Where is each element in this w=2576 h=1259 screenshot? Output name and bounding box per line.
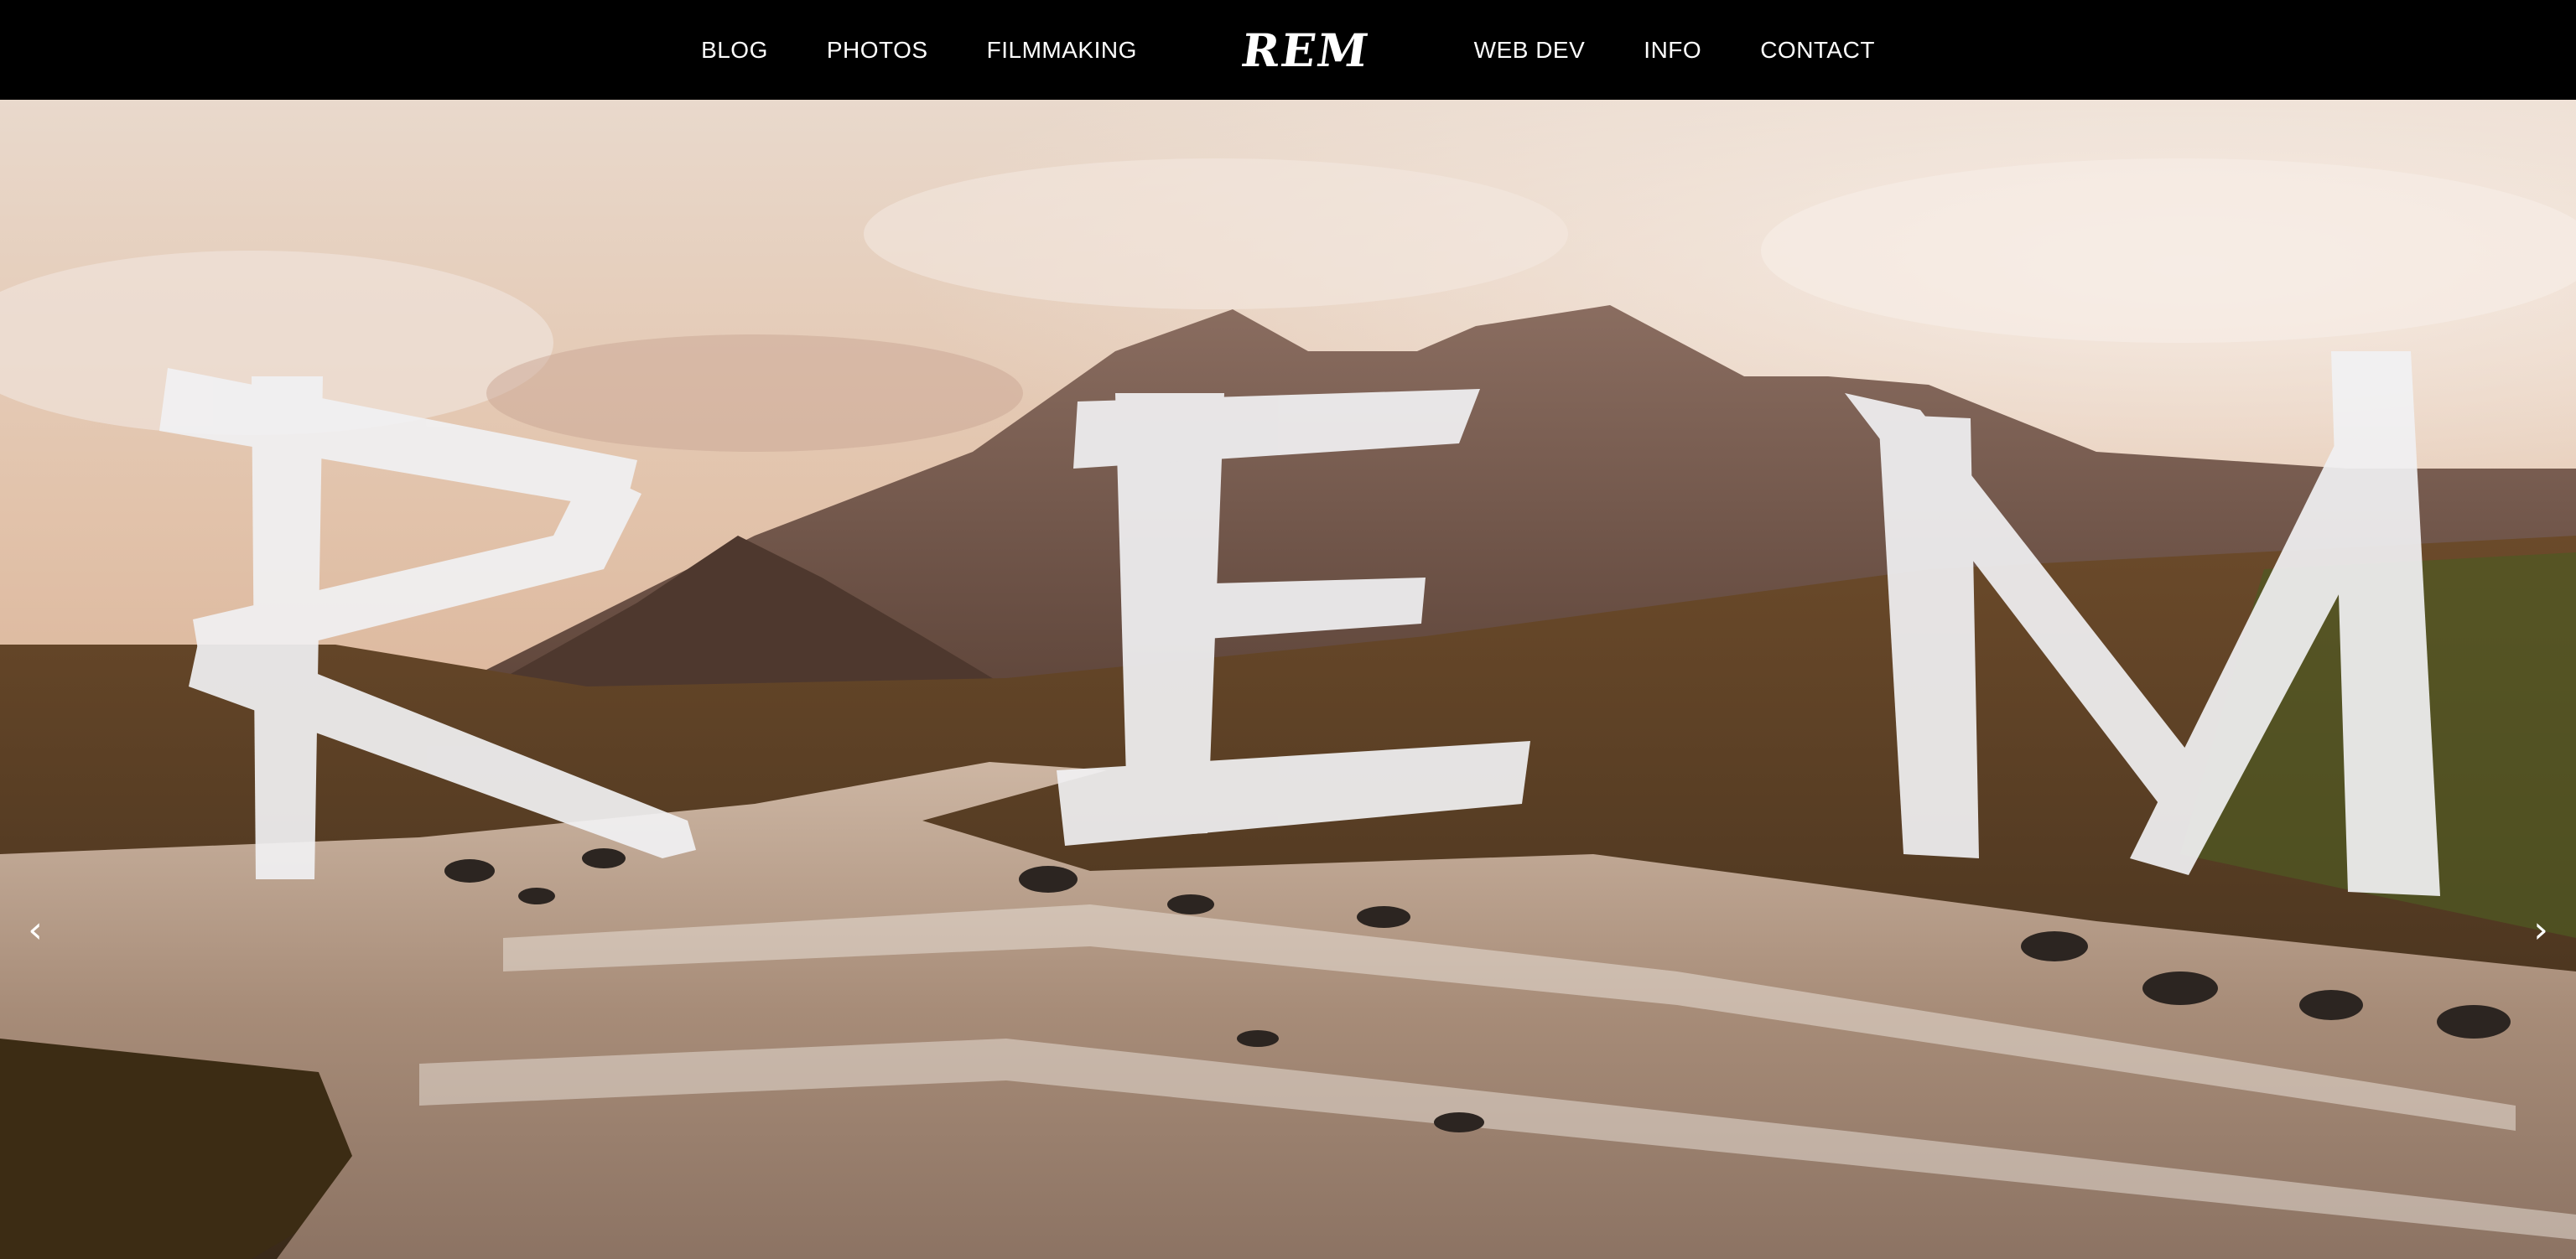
site-logo[interactable]: REM bbox=[1238, 23, 1373, 77]
letter-e-mid bbox=[1124, 578, 1426, 645]
top-navigation: BLOG PHOTOS FILMMAKING REM WEB DEV INFO … bbox=[0, 0, 2576, 100]
nav-link-info[interactable]: INFO bbox=[1644, 37, 1701, 64]
slider-next-button[interactable]: › bbox=[2516, 904, 2566, 955]
slider-prev-button[interactable]: ‹ bbox=[10, 904, 60, 955]
nav-link-contact[interactable]: CONTACT bbox=[1760, 37, 1875, 64]
letter-m-right-stem bbox=[2331, 351, 2440, 896]
letter-r-top bbox=[159, 368, 637, 510]
nav-link-filmmaking[interactable]: FILMMAKING bbox=[987, 37, 1137, 64]
nav-left-group: BLOG PHOTOS FILMMAKING bbox=[672, 37, 1166, 64]
chevron-left-icon: ‹ bbox=[28, 908, 43, 951]
nav-link-web-dev[interactable]: WEB DEV bbox=[1474, 37, 1586, 64]
hero-rem-lettering bbox=[159, 351, 2440, 896]
hero-slider: ‹ › bbox=[0, 100, 2576, 1259]
chevron-right-icon: › bbox=[2533, 908, 2548, 951]
nav-right-group: WEB DEV INFO CONTACT bbox=[1445, 37, 1904, 64]
nav-link-photos[interactable]: PHOTOS bbox=[827, 37, 928, 64]
letter-e-top bbox=[1073, 389, 1480, 469]
nav-link-blog[interactable]: BLOG bbox=[701, 37, 768, 64]
